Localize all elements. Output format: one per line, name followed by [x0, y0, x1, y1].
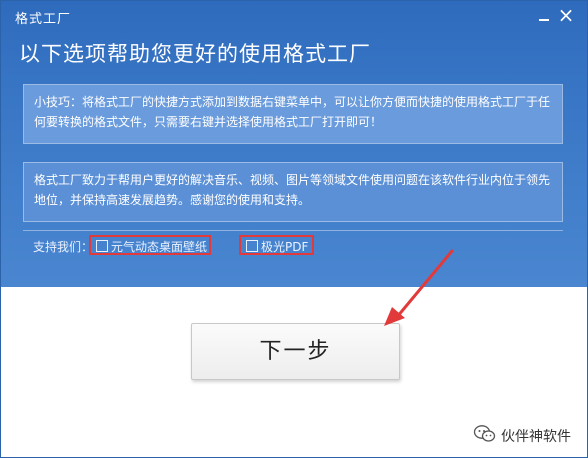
- tip-box: 小技巧：将格式工厂的快捷方式添加到数据右键菜单中，可以让你方便而快捷的使用格式工…: [23, 84, 563, 144]
- option-pdf-label[interactable]: 极光PDF: [261, 238, 308, 255]
- support-label: 支持我们：: [33, 240, 94, 254]
- option-wallpaper-checkbox[interactable]: 元气动态桌面壁纸: [89, 235, 211, 255]
- minimize-icon: [539, 19, 549, 21]
- window-title: 格式工厂: [15, 12, 72, 27]
- support-row: 支持我们： 元气动态桌面壁纸 极光PDF: [23, 230, 563, 261]
- titlebar: 格式工厂 ×: [1, 1, 587, 31]
- page-heading: 以下选项帮助您更好的使用格式工厂: [19, 42, 371, 66]
- checkbox-icon[interactable]: [246, 240, 258, 252]
- close-button[interactable]: ×: [557, 5, 575, 25]
- checkbox-icon[interactable]: [96, 240, 108, 252]
- option-pdf-checkbox[interactable]: 极光PDF: [239, 235, 314, 255]
- minimize-button[interactable]: [535, 7, 553, 25]
- options-panel: 格式工厂 × 以下选项帮助您更好的使用格式工厂 小技巧：将格式工厂的快捷方式添加…: [1, 1, 587, 287]
- wechat-icon: [473, 425, 496, 442]
- next-button[interactable]: 下一步: [191, 323, 400, 380]
- description-box: 格式工厂致力于帮用户更好的解决音乐、视频、图片等领域文件使用问题在该软件行业内位…: [23, 162, 563, 222]
- installer-window: 格式工厂 × 以下选项帮助您更好的使用格式工厂 小技巧：将格式工厂的快捷方式添加…: [0, 0, 588, 458]
- option-wallpaper-label[interactable]: 元气动态桌面壁纸: [111, 238, 207, 255]
- watermark-text: 伙伴神软件: [501, 429, 571, 445]
